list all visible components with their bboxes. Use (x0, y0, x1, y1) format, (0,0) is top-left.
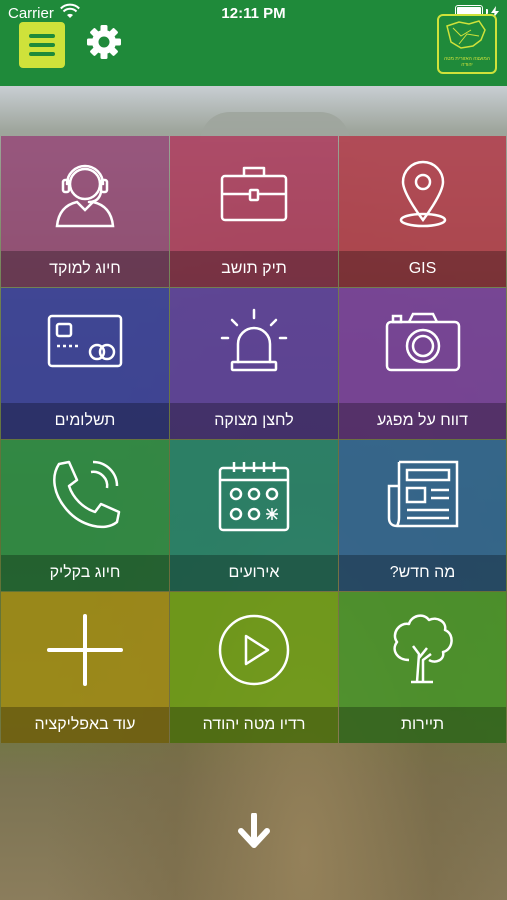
tile-label: תיק תושב (170, 251, 338, 287)
menu-button[interactable] (19, 22, 65, 68)
tree-icon (392, 614, 453, 684)
tile-whats-new[interactable]: מה חדש? (339, 440, 506, 591)
map-outline-icon (446, 20, 486, 49)
logo-caption: המועצה האזורית מטה יהודה (444, 56, 490, 68)
tile-label: מה חדש? (339, 555, 506, 591)
hamburger-icon-line (29, 43, 55, 47)
tile-label: תיירות (339, 707, 506, 743)
tile-label: לחצן מצוקה (170, 403, 338, 439)
credit-card-icon (47, 314, 123, 368)
newspaper-icon (387, 460, 458, 528)
tile-gis[interactable]: GIS (339, 136, 506, 287)
tile-events[interactable]: אירועים (170, 440, 338, 591)
hamburger-icon (29, 34, 55, 38)
briefcase-icon (220, 166, 288, 222)
gear-icon[interactable] (84, 22, 124, 62)
map-pin-icon (399, 160, 446, 228)
tile-click-to-call[interactable]: חיוג בקליק (1, 440, 169, 591)
tile-report-hazard[interactable]: דווח על מפגע (339, 288, 506, 439)
tile-more-in-app[interactable]: עוד באפליקציה (1, 592, 169, 743)
tile-resident-file[interactable]: תיק תושב (170, 136, 338, 287)
app-header: המועצה האזורית מטה יהודה (0, 14, 507, 86)
tile-panic-button[interactable]: לחצן מצוקה (170, 288, 338, 439)
tile-tourism[interactable]: תיירות (339, 592, 506, 743)
calendar-icon (218, 462, 290, 532)
tile-payments[interactable]: תשלומים (1, 288, 169, 439)
council-logo[interactable]: המועצה האזורית מטה יהודה (437, 14, 497, 74)
tile-label: תשלומים (1, 403, 169, 439)
tile-label: עוד באפליקציה (1, 707, 169, 743)
play-icon (218, 614, 290, 686)
tile-label: רדיו מטה יהודה (170, 707, 338, 743)
hamburger-icon-line (29, 52, 55, 56)
tile-label: אירועים (170, 555, 338, 591)
tile-radio[interactable]: רדיו מטה יהודה (170, 592, 338, 743)
headset-agent-icon (55, 164, 115, 228)
siren-icon (220, 308, 288, 372)
camera-icon (385, 312, 460, 372)
status-bar: Carrier 12:11 PM (0, 0, 507, 28)
phone-icon (53, 460, 121, 529)
tile-label: חיוג בקליק (1, 555, 169, 591)
tile-label: דווח על מפגע (339, 403, 506, 439)
status-time: 12:11 PM (221, 5, 286, 22)
main-tile-grid: חיוג למוקד תיק תושב GIS תשלומים לחצן מצו… (1, 136, 506, 743)
scroll-down-arrow-icon[interactable] (237, 813, 271, 849)
tile-label: חיוג למוקד (1, 251, 169, 287)
tile-label: GIS (339, 251, 506, 287)
plus-icon (47, 614, 123, 686)
tile-call-center[interactable]: חיוג למוקד (1, 136, 169, 287)
